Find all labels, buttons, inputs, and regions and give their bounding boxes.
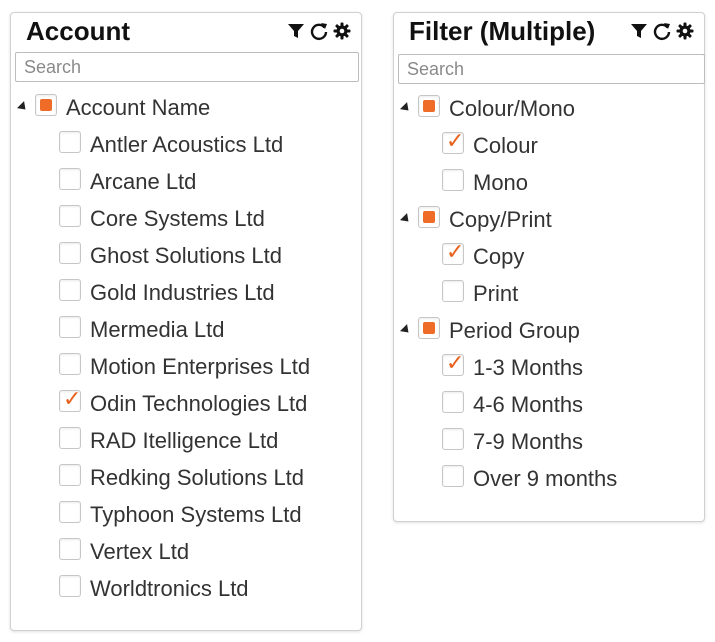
list-item[interactable]: Copy xyxy=(394,240,704,277)
item-checkbox[interactable] xyxy=(59,316,81,338)
item-checkbox[interactable] xyxy=(442,169,464,191)
item-checkbox[interactable] xyxy=(59,387,81,412)
panel-header: Account xyxy=(11,13,361,51)
group-checkbox[interactable] xyxy=(418,95,440,117)
list-item[interactable]: Odin Technologies Ltd xyxy=(11,387,361,424)
group-checkbox[interactable] xyxy=(35,94,57,116)
group-label: Period Group xyxy=(449,318,580,343)
item-label: Odin Technologies Ltd xyxy=(90,391,308,416)
item-label: Core Systems Ltd xyxy=(90,206,265,231)
list-item[interactable]: Colour xyxy=(394,129,704,166)
item-checkbox[interactable] xyxy=(59,168,81,190)
list-item[interactable]: Antler Acoustics Ltd xyxy=(11,128,361,165)
list-item[interactable]: Ghost Solutions Ltd xyxy=(11,239,361,276)
item-label: Arcane Ltd xyxy=(90,169,197,194)
group-label: Colour/Mono xyxy=(449,96,575,121)
panel-title: Account xyxy=(26,16,130,46)
item-label: Colour xyxy=(473,133,538,158)
collapse-arrow-icon[interactable] xyxy=(16,101,30,114)
item-label: 1-3 Months xyxy=(473,355,584,380)
panel-header: Filter (Multiple) xyxy=(394,13,704,51)
search-input[interactable] xyxy=(15,52,359,82)
list-item[interactable]: 4-6 Months xyxy=(394,388,704,425)
item-label: Redking Solutions Ltd xyxy=(90,465,305,490)
list-item[interactable]: Typhoon Systems Ltd xyxy=(11,498,361,535)
item-checkbox[interactable] xyxy=(442,240,464,265)
item-label: Gold Industries Ltd xyxy=(90,280,275,305)
list-item[interactable]: RAD Itelligence Ltd xyxy=(11,424,361,461)
list-item[interactable]: Print xyxy=(394,277,704,314)
tree-group-period-group: Period Group xyxy=(394,314,704,351)
item-checkbox[interactable] xyxy=(442,129,464,154)
item-label: 4-6 Months xyxy=(473,392,584,417)
list-item[interactable]: 1-3 Months xyxy=(394,351,704,388)
tree-group-copy-print: Copy/Print xyxy=(394,203,704,240)
list-item[interactable]: Core Systems Ltd xyxy=(11,202,361,239)
item-checkbox[interactable] xyxy=(59,131,81,153)
tree-group-colour-mono: Colour/Mono xyxy=(394,92,704,129)
list-item[interactable]: Redking Solutions Ltd xyxy=(11,461,361,498)
group-label: Copy/Print xyxy=(449,207,552,232)
item-label: Antler Acoustics Ltd xyxy=(90,132,284,157)
item-checkbox[interactable] xyxy=(442,465,464,487)
item-checkbox[interactable] xyxy=(59,538,81,560)
list-item[interactable]: Vertex Ltd xyxy=(11,535,361,572)
filter-tree: Colour/Mono Colour Mono Copy/Print Copy … xyxy=(394,92,704,499)
item-label: Vertex Ltd xyxy=(90,539,190,564)
item-checkbox[interactable] xyxy=(442,391,464,413)
item-label: Typhoon Systems Ltd xyxy=(90,502,302,527)
collapse-arrow-icon[interactable] xyxy=(399,102,413,115)
item-label: Mono xyxy=(473,170,529,195)
item-checkbox[interactable] xyxy=(59,575,81,597)
item-checkbox[interactable] xyxy=(59,205,81,227)
reset-icon[interactable] xyxy=(652,21,672,41)
reset-icon[interactable] xyxy=(309,21,329,41)
list-item[interactable]: Over 9 months xyxy=(394,462,704,499)
item-label: Copy xyxy=(473,244,525,269)
item-label: 7-9 Months xyxy=(473,429,584,454)
panel-title: Filter (Multiple) xyxy=(409,16,596,46)
item-checkbox[interactable] xyxy=(442,428,464,450)
item-label: Motion Enterprises Ltd xyxy=(90,354,311,379)
item-checkbox[interactable] xyxy=(59,353,81,375)
list-item[interactable]: Arcane Ltd xyxy=(11,165,361,202)
group-checkbox[interactable] xyxy=(418,206,440,228)
list-item[interactable]: Gold Industries Ltd xyxy=(11,276,361,313)
tree-group-account-name: Account Name xyxy=(11,91,361,128)
multi-filter-panel: Filter (Multiple) Colour/Mono Colour Mon… xyxy=(393,12,705,522)
filter-icon[interactable] xyxy=(286,21,306,41)
item-checkbox[interactable] xyxy=(59,501,81,523)
header-icons xyxy=(286,21,352,41)
search-input[interactable] xyxy=(398,54,705,84)
group-checkbox[interactable] xyxy=(418,317,440,339)
item-checkbox[interactable] xyxy=(442,351,464,376)
item-checkbox[interactable] xyxy=(442,280,464,302)
account-filter-panel: Account Account Name Antler Acoustics Lt… xyxy=(10,12,362,631)
settings-icon[interactable] xyxy=(332,21,352,41)
item-label: Mermedia Ltd xyxy=(90,317,225,342)
list-item[interactable]: Motion Enterprises Ltd xyxy=(11,350,361,387)
header-icons xyxy=(629,21,695,41)
collapse-arrow-icon[interactable] xyxy=(399,324,413,337)
list-item[interactable]: Mono xyxy=(394,166,704,203)
group-label: Account Name xyxy=(66,95,211,120)
list-item[interactable]: 7-9 Months xyxy=(394,425,704,462)
item-label: RAD Itelligence Ltd xyxy=(90,428,279,453)
list-item[interactable]: Worldtronics Ltd xyxy=(11,572,361,609)
item-label: Print xyxy=(473,281,519,306)
item-checkbox[interactable] xyxy=(59,427,81,449)
list-item[interactable]: Mermedia Ltd xyxy=(11,313,361,350)
item-label: Ghost Solutions Ltd xyxy=(90,243,283,268)
collapse-arrow-icon[interactable] xyxy=(399,213,413,226)
item-label: Worldtronics Ltd xyxy=(90,576,249,601)
account-tree: Account Name Antler Acoustics Ltd Arcane… xyxy=(11,91,361,609)
item-label: Over 9 months xyxy=(473,466,618,491)
item-checkbox[interactable] xyxy=(59,464,81,486)
item-checkbox[interactable] xyxy=(59,242,81,264)
filter-icon[interactable] xyxy=(629,21,649,41)
settings-icon[interactable] xyxy=(675,21,695,41)
item-checkbox[interactable] xyxy=(59,279,81,301)
